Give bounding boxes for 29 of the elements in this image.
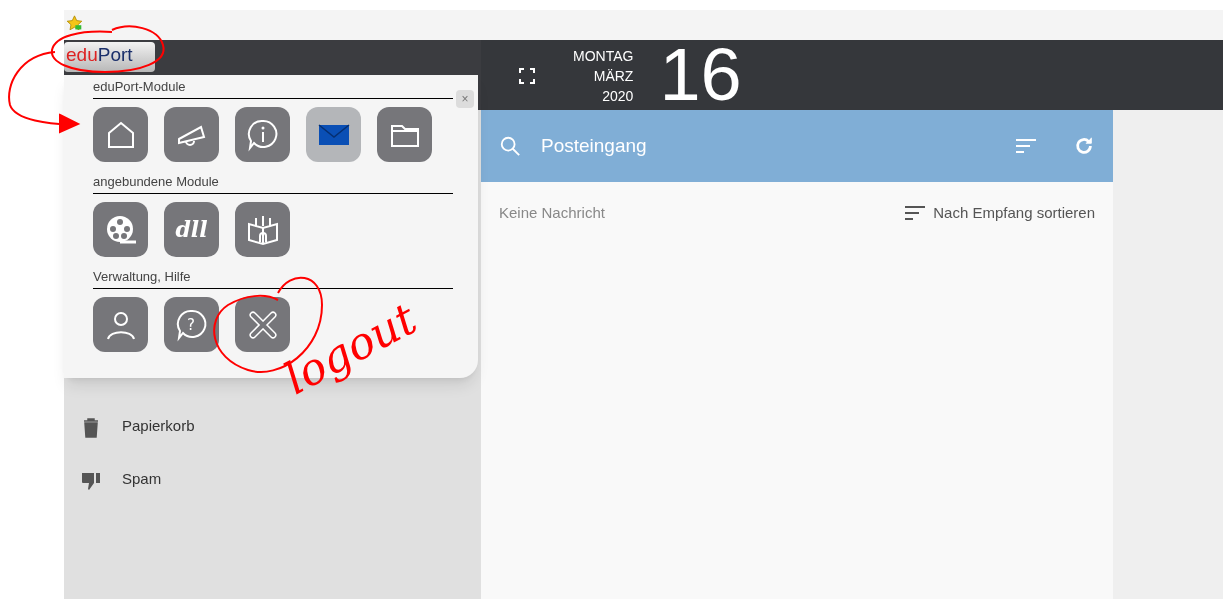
sort-by-received-button[interactable]: Nach Empfang sortieren [905,202,1095,225]
help-tile[interactable]: ? [164,297,219,352]
library-tile[interactable] [235,202,290,257]
section-heading: Verwaltung, Hilfe [93,267,453,289]
sort-icon[interactable] [1015,137,1037,155]
empty-message: Keine Nachricht [499,203,605,223]
fullscreen-icon[interactable] [519,68,535,84]
day-number: 16 [659,40,742,110]
files-tile[interactable] [377,107,432,162]
home-tile[interactable] [93,107,148,162]
dll-tile[interactable]: dll [164,202,219,257]
section-heading: angebundene Module [93,172,453,194]
weekday-label: MONTAG [573,47,634,66]
star-icon [66,15,83,32]
sidebar-item[interactable]: Papierkorb [64,400,481,453]
mailbox-title: Posteingang [541,133,648,158]
refresh-icon[interactable] [1073,135,1095,157]
info-tile[interactable] [235,107,290,162]
year-label: 2020 [602,87,634,106]
section-heading: eduPort-Module [93,77,453,99]
announcements-tile[interactable] [164,107,219,162]
eduport-logo[interactable]: eduPort [64,42,155,72]
media-tile[interactable] [93,202,148,257]
sort-icon [905,205,926,222]
sidebar-item[interactable]: Spam [64,453,481,506]
profile-tile[interactable] [93,297,148,352]
search-icon[interactable] [499,135,521,157]
month-label: MÄRZ [593,67,634,86]
mail-tile[interactable] [306,107,361,162]
